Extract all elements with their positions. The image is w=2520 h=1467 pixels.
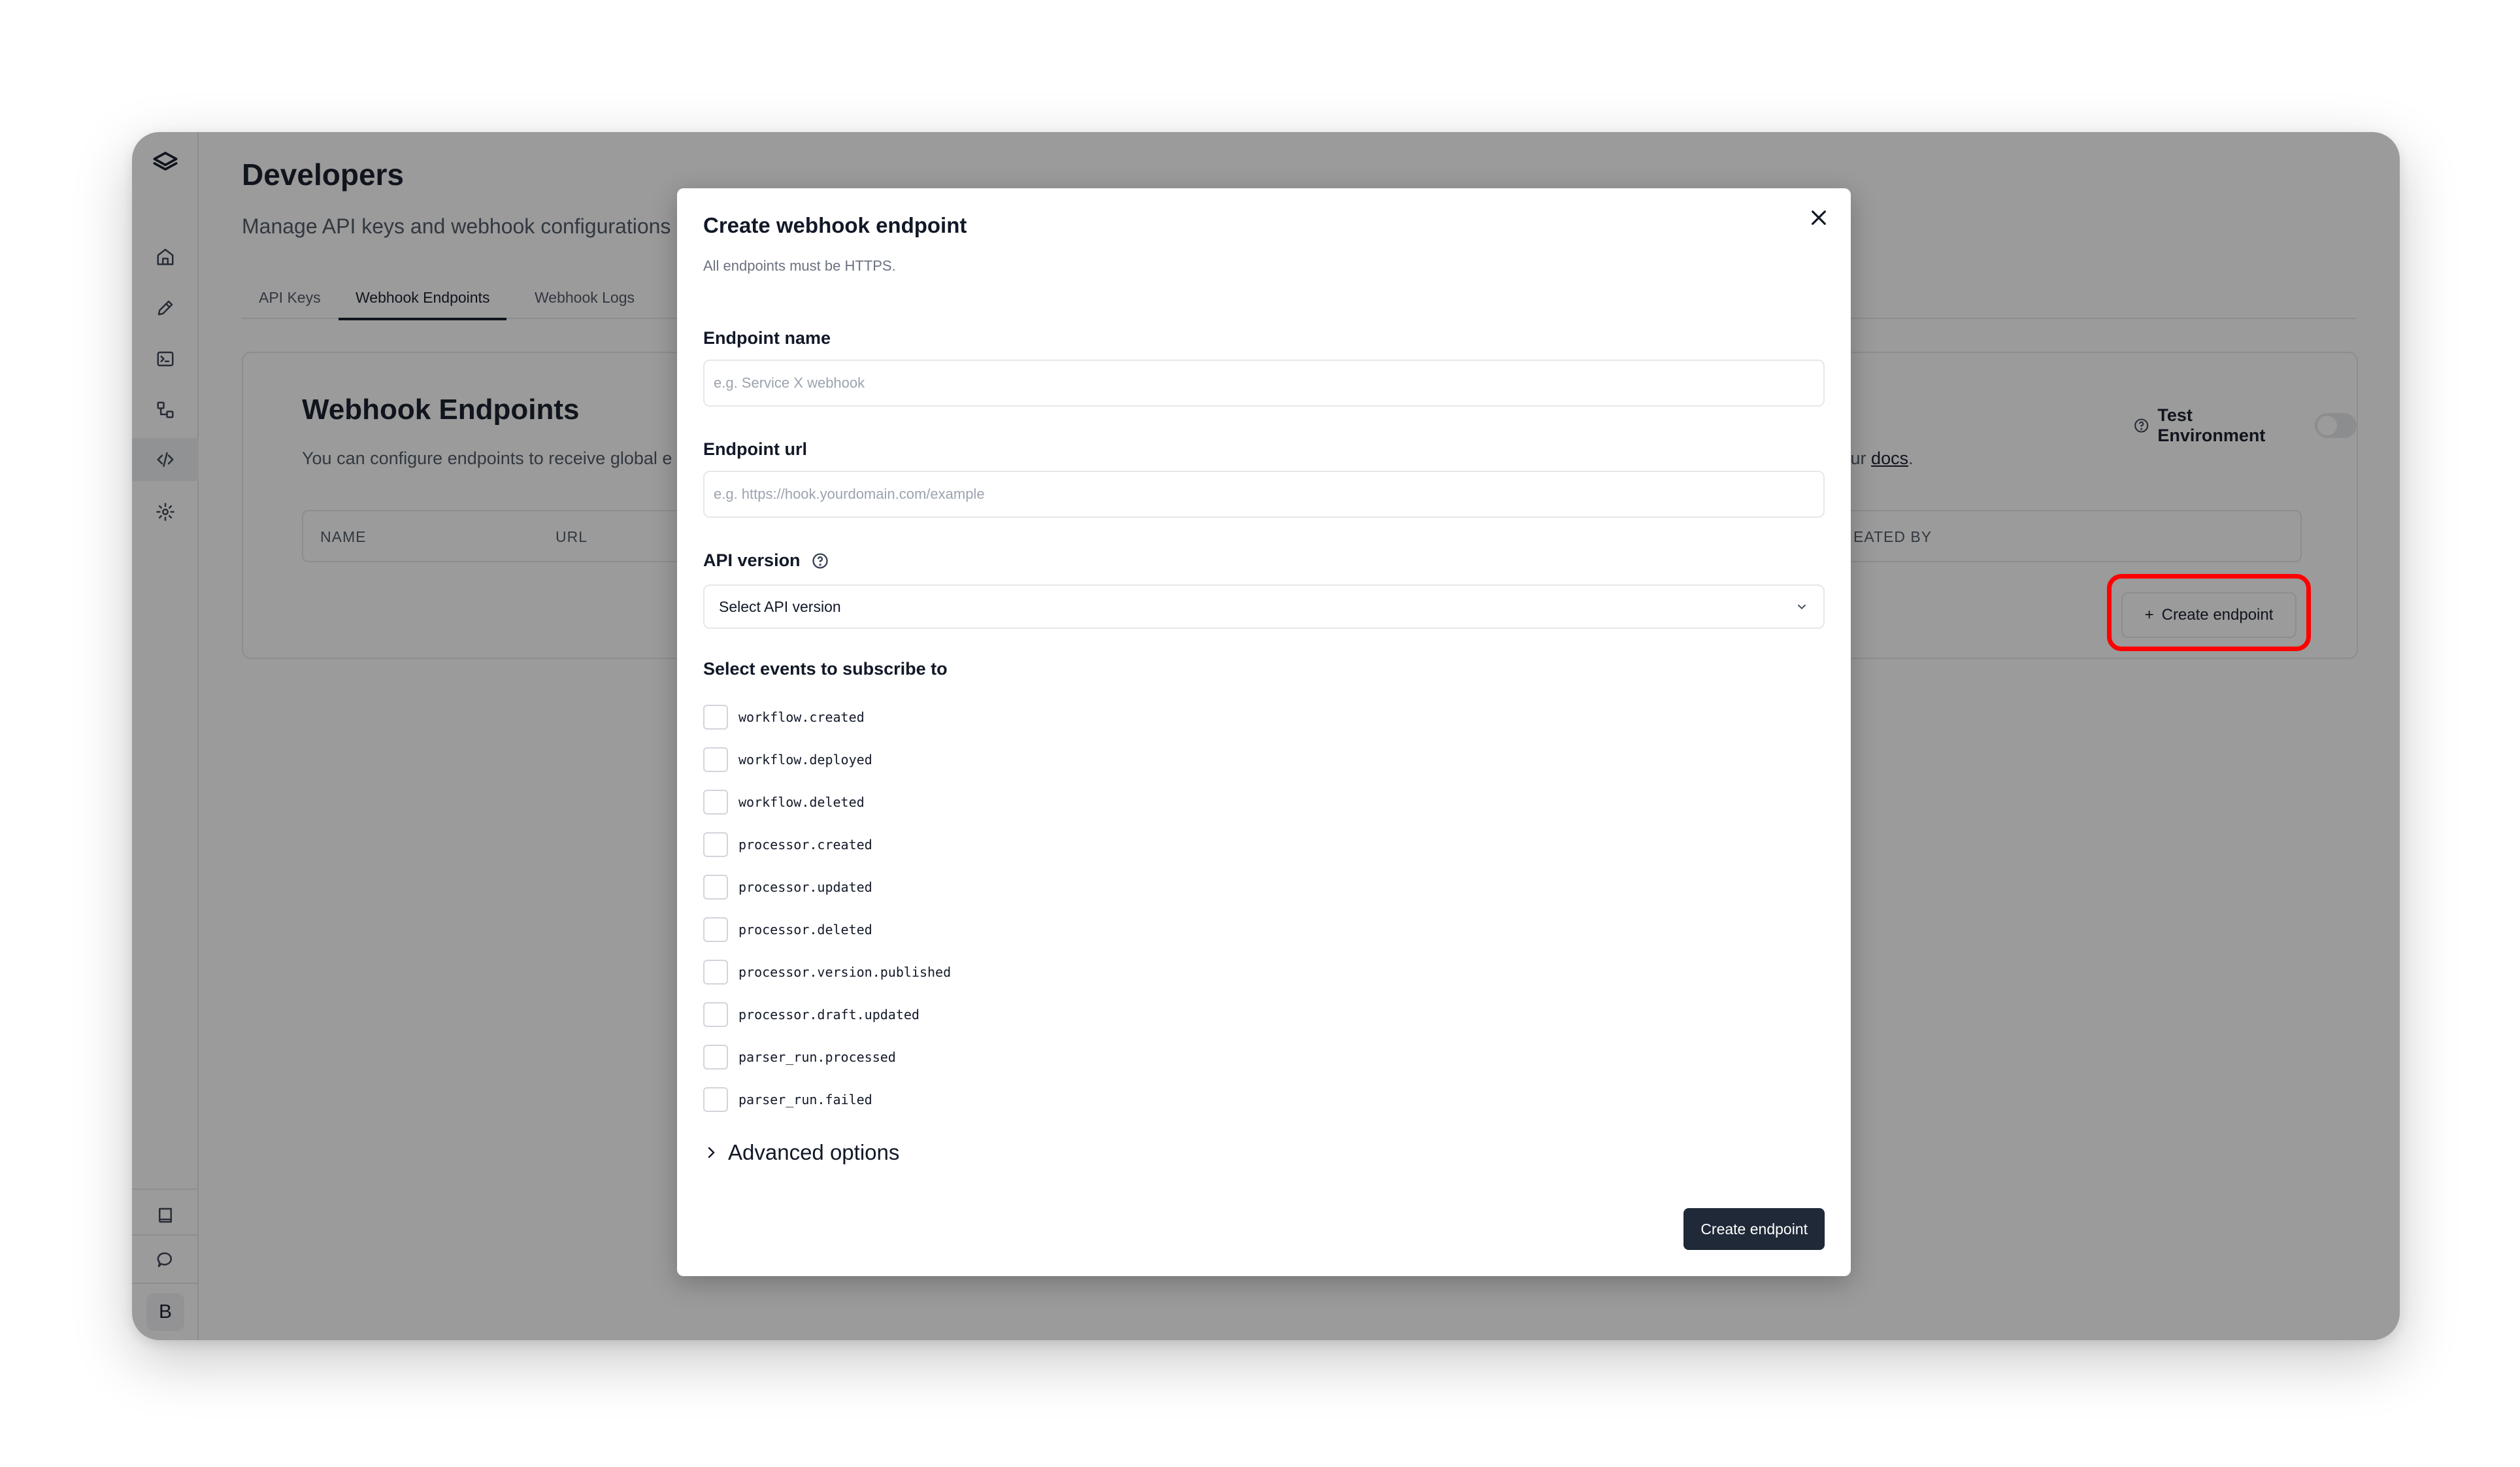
modal-title: Create webhook endpoint	[703, 213, 967, 237]
event-label: processor.created	[738, 836, 872, 852]
create-endpoint-submit-button[interactable]: Create endpoint	[1683, 1208, 1825, 1250]
event-label: workflow.created	[738, 709, 865, 725]
event-item[interactable]: parser_run.processed	[703, 1036, 951, 1078]
endpoint-name-label: Endpoint name	[703, 328, 831, 348]
event-checkbox[interactable]	[703, 704, 728, 730]
event-label: processor.draft.updated	[738, 1006, 920, 1022]
close-button[interactable]	[1802, 201, 1835, 234]
event-item[interactable]: workflow.created	[703, 696, 951, 738]
event-checkbox[interactable]	[703, 747, 728, 772]
event-item[interactable]: processor.created	[703, 823, 951, 866]
event-label: workflow.deleted	[738, 794, 865, 810]
event-checkbox[interactable]	[703, 789, 728, 815]
endpoint-url-label: Endpoint url	[703, 439, 807, 459]
event-checkbox[interactable]	[703, 1044, 728, 1070]
event-label: parser_run.failed	[738, 1091, 872, 1107]
event-item[interactable]: processor.version.published	[703, 951, 951, 993]
advanced-options-toggle[interactable]: Advanced options	[703, 1140, 899, 1165]
endpoint-name-input[interactable]	[703, 360, 1825, 407]
api-version-select[interactable]: Select API version	[703, 584, 1825, 629]
event-label: parser_run.processed	[738, 1049, 896, 1065]
event-item[interactable]: processor.deleted	[703, 908, 951, 951]
event-checkbox[interactable]	[703, 832, 728, 857]
event-item[interactable]: processor.draft.updated	[703, 993, 951, 1036]
advanced-options-label: Advanced options	[728, 1140, 900, 1164]
event-item[interactable]: workflow.deleted	[703, 781, 951, 823]
chevron-right-icon	[708, 1147, 715, 1158]
highlight-annotation	[2107, 574, 2311, 651]
api-version-label-row: API version	[703, 550, 829, 571]
api-version-value: Select API version	[719, 598, 841, 615]
close-icon	[1812, 211, 1826, 225]
event-checkbox[interactable]	[703, 917, 728, 942]
chevron-down-icon	[1797, 604, 1806, 610]
events-label: Select events to subscribe to	[703, 659, 948, 679]
create-webhook-modal: Create webhook endpoint All endpoints mu…	[677, 188, 1851, 1276]
help-icon[interactable]	[811, 552, 829, 570]
api-version-label: API version	[703, 550, 801, 570]
event-item[interactable]: processor.updated	[703, 866, 951, 908]
event-label: processor.version.published	[738, 964, 952, 980]
event-item[interactable]: workflow.deployed	[703, 738, 951, 781]
event-checkbox[interactable]	[703, 1087, 728, 1112]
event-label: processor.updated	[738, 879, 872, 895]
endpoint-url-input[interactable]	[703, 471, 1825, 518]
event-checkbox[interactable]	[703, 1002, 728, 1027]
event-checkbox[interactable]	[703, 874, 728, 900]
event-checkbox[interactable]	[703, 959, 728, 985]
event-label: workflow.deployed	[738, 751, 872, 767]
event-label: processor.deleted	[738, 921, 872, 937]
modal-subtitle: All endpoints must be HTTPS.	[703, 258, 896, 274]
events-list: workflow.created workflow.deployed workf…	[703, 696, 951, 1121]
event-item[interactable]: parser_run.failed	[703, 1078, 951, 1121]
